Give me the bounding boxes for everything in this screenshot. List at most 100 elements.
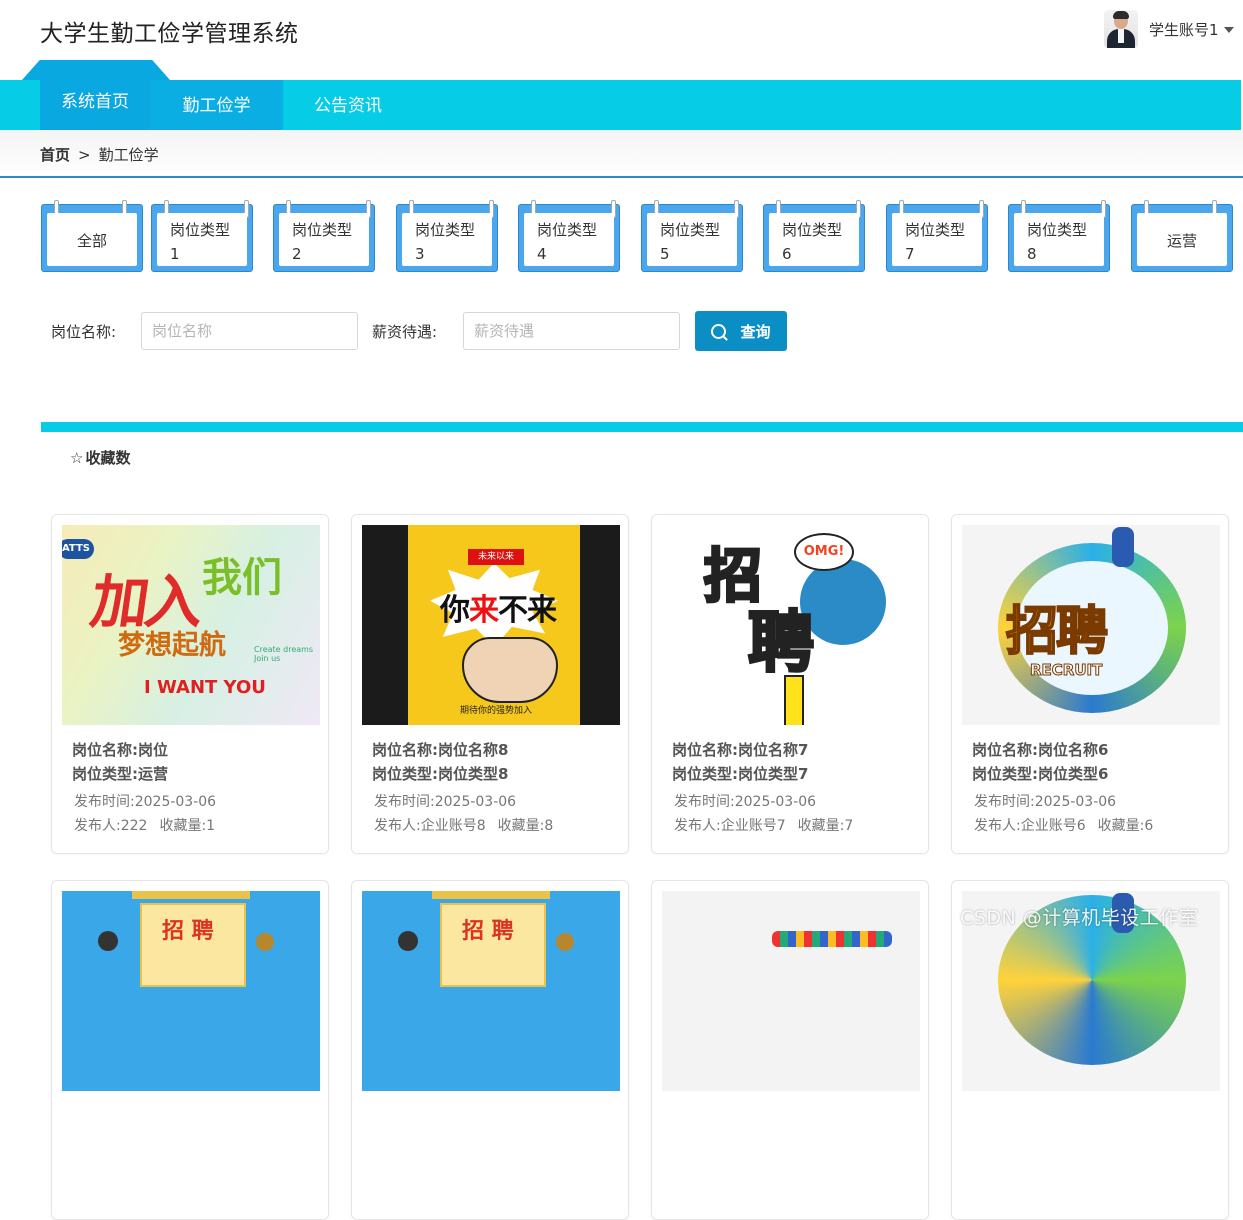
category-operations[interactable]: 运营 (1131, 200, 1233, 272)
category-label: 岗位类型 (660, 221, 721, 239)
job-card-image[interactable]: ATTS 加入 我们 梦想起航 I WANT YOU Create dreams… (62, 525, 320, 725)
job-card[interactable]: 招 聘 (51, 880, 329, 1220)
job-type: 岗位类型:岗位类型6 (972, 765, 1109, 783)
publisher-info: 发布人:企业账号6 收藏量:6 (974, 815, 1153, 835)
job-name-input[interactable] (141, 312, 358, 350)
publisher: 发布人:222 (74, 818, 148, 834)
breadcrumb-bar (0, 130, 1243, 178)
poster-text: 期待你的强势加入 (460, 706, 533, 716)
poster-text: 聘 (747, 603, 816, 683)
poster-text: RECRUIT (1029, 661, 1103, 680)
category-number: 1 (170, 245, 180, 263)
job-card-image[interactable]: 招 聘 OMG! (662, 525, 920, 725)
company-logo: ATTS (62, 539, 94, 559)
job-name: 岗位名称:岗位名称8 (372, 741, 509, 759)
salary-label: 薪资待遇: (372, 323, 438, 341)
job-card-image[interactable]: 未来以来 你来不来 期待你的强势加入 (362, 525, 620, 725)
avatar[interactable] (1104, 10, 1138, 48)
sort-label: 收藏数 (85, 449, 131, 467)
salary-input[interactable] (463, 312, 680, 350)
category-type-1[interactable]: 岗位类型 1 (151, 200, 253, 272)
publisher: 发布人:企业账号7 (674, 818, 786, 834)
category-label: 岗位类型 (782, 221, 843, 239)
category-label: 岗位类型 (415, 221, 476, 239)
poster-text: I WANT YOU (144, 677, 266, 698)
poster-text: 招 聘 (162, 919, 214, 944)
category-type-4[interactable]: 岗位类型 4 (518, 200, 620, 272)
favorite-count: 收藏量:1 (159, 818, 216, 834)
job-card-image[interactable]: 招 聘 (362, 891, 620, 1091)
category-type-7[interactable]: 岗位类型 7 (886, 200, 988, 272)
category-label: 全部 (76, 232, 107, 250)
sort-by-favorites[interactable]: ☆ 收藏数 (70, 447, 130, 468)
category-type-2[interactable]: 岗位类型 2 (273, 200, 375, 272)
site-title: 大学生勤工俭学管理系统 (40, 21, 299, 47)
search-button[interactable]: 查询 (695, 311, 787, 351)
job-card[interactable]: 招 聘 OMG! 岗位名称:岗位名称7 岗位类型:岗位类型7 发布时间:2025… (651, 514, 929, 854)
job-type: 岗位类型:运营 (72, 765, 168, 783)
job-card[interactable]: 未来以来 你来不来 期待你的强势加入 岗位名称:岗位名称8 岗位类型:岗位类型8… (351, 514, 629, 854)
job-card[interactable] (951, 880, 1229, 1220)
nav-item-home[interactable]: 系统首页 (40, 60, 150, 130)
nav-item-news[interactable]: 公告资讯 (283, 80, 413, 130)
publisher-info: 发布人:企业账号8 收藏量:8 (374, 815, 553, 835)
publisher-info: 发布人:222 收藏量:1 (74, 815, 215, 835)
search-button-label: 查询 (740, 322, 771, 341)
pointing-hand-icon (462, 637, 558, 703)
favorite-count: 收藏量:6 (1097, 818, 1154, 834)
businessman-icon (1112, 527, 1134, 567)
poster-text: 招聘 (1005, 601, 1109, 663)
category-number: 6 (782, 245, 792, 263)
publish-time: 发布时间:2025-03-06 (974, 794, 1117, 810)
job-name: 岗位名称:岗位名称7 (672, 741, 809, 759)
section-divider (41, 422, 1243, 432)
category-label: 运营 (1166, 232, 1197, 250)
nav-item-work-study[interactable]: 勤工俭学 (150, 80, 283, 130)
favorite-count: 收藏量:8 (497, 818, 554, 834)
publish-time: 发布时间:2025-03-06 (74, 794, 217, 810)
poster-text: 你来不来 (440, 593, 557, 628)
category-label: 岗位类型 (292, 221, 353, 239)
poster-text: 我们 (202, 555, 282, 601)
category-type-8[interactable]: 岗位类型 8 (1008, 200, 1110, 272)
speech-bubble: OMG! (794, 533, 854, 571)
category-type-6[interactable]: 岗位类型 6 (763, 200, 865, 272)
job-type: 岗位类型:岗位类型8 (372, 765, 509, 783)
breadcrumb-current: 勤工俭学 (98, 146, 159, 164)
job-card[interactable]: ATTS 加入 我们 梦想起航 I WANT YOU Create dreams… (51, 514, 329, 854)
search-icon (711, 323, 727, 339)
job-name: 岗位名称:岗位 (72, 741, 168, 759)
poster-text: 梦想起航 (118, 630, 226, 661)
breadcrumb-separator: > (78, 146, 91, 164)
user-name[interactable]: 学生账号1 (1149, 19, 1219, 40)
job-card-image[interactable]: 招 聘 (62, 891, 320, 1091)
user-menu[interactable]: 学生账号1 (1104, 10, 1234, 48)
job-card[interactable] (651, 880, 929, 1220)
job-name-label: 岗位名称: (51, 323, 117, 341)
category-label: 岗位类型 (170, 221, 231, 239)
breadcrumb-home[interactable]: 首页 (40, 146, 70, 164)
category-number: 3 (415, 245, 425, 263)
publish-time: 发布时间:2025-03-06 (374, 794, 517, 810)
publisher: 发布人:企业账号6 (974, 818, 1086, 834)
category-number: 4 (537, 245, 547, 263)
category-label: 岗位类型 (1027, 221, 1088, 239)
job-name: 岗位名称:岗位名称6 (972, 741, 1109, 759)
category-number: 5 (660, 245, 670, 263)
category-all[interactable]: 全部 (41, 200, 143, 272)
star-icon: ☆ (70, 449, 84, 467)
category-number: 2 (292, 245, 302, 263)
favorite-count: 收藏量:7 (797, 818, 854, 834)
publisher-info: 发布人:企业账号7 收藏量:7 (674, 815, 853, 835)
category-label: 岗位类型 (537, 221, 598, 239)
poster-tag: 未来以来 (468, 549, 524, 565)
job-card[interactable]: 招聘 RECRUIT 岗位名称:岗位名称6 岗位类型:岗位类型6 发布时间:20… (951, 514, 1229, 854)
watermark: CSDN @计算机毕设工作室 (960, 907, 1199, 929)
caret-down-icon[interactable] (1223, 27, 1234, 33)
job-card-image[interactable]: 招聘 RECRUIT (962, 525, 1220, 725)
job-card-image[interactable] (662, 891, 920, 1091)
category-number: 7 (905, 245, 915, 263)
category-type-5[interactable]: 岗位类型 5 (641, 200, 743, 272)
job-card[interactable]: 招 聘 (351, 880, 629, 1220)
category-type-3[interactable]: 岗位类型 3 (396, 200, 498, 272)
